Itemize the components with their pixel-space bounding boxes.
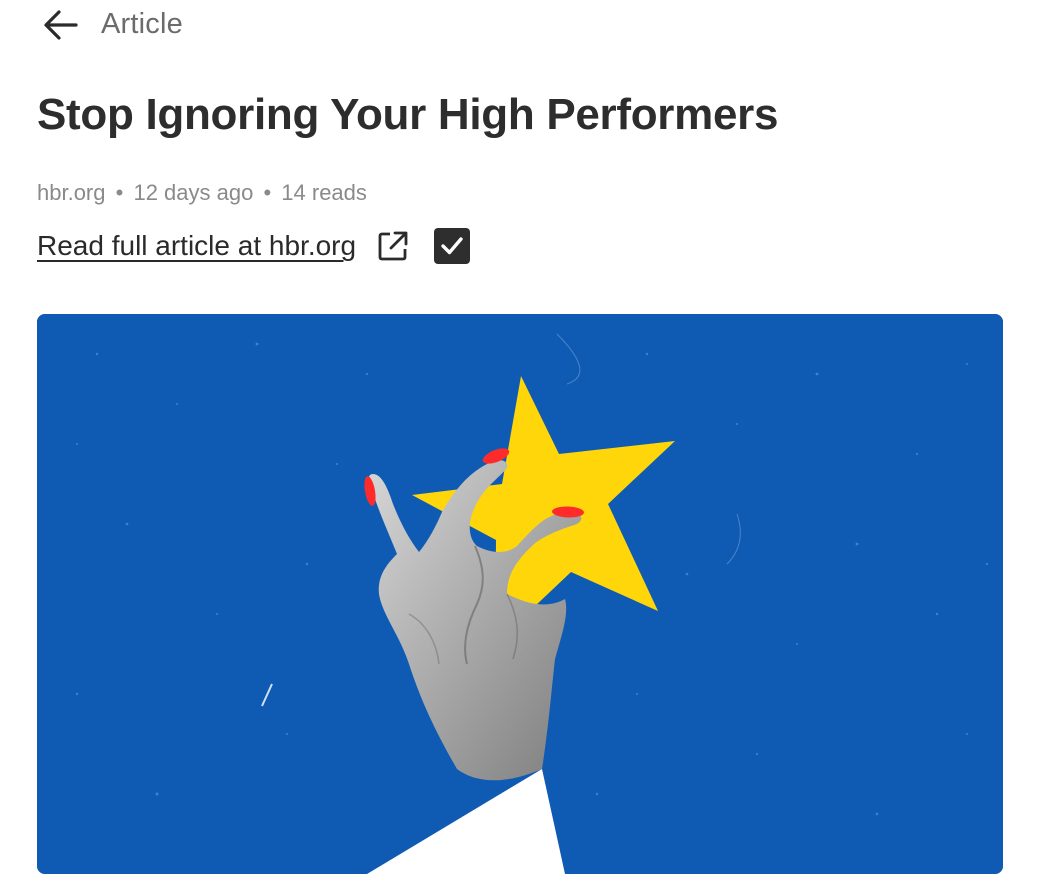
page-title: Article — [101, 8, 183, 40]
article-reads: 14 reads — [281, 180, 367, 205]
article-title: Stop Ignoring Your High Performers — [37, 90, 779, 139]
article-actions: Read full article at hbr.org — [37, 226, 471, 266]
article-age: 12 days ago — [133, 180, 254, 205]
check-icon — [441, 237, 463, 255]
read-full-article-link[interactable]: Read full article at hbr.org — [37, 230, 356, 262]
meta-separator: • — [115, 180, 124, 205]
article-source: hbr.org — [37, 180, 106, 205]
arrow-left-icon — [44, 10, 78, 40]
article-meta: hbr.org • 12 days ago • 14 reads — [37, 180, 367, 206]
article-hero-image — [37, 314, 1003, 874]
top-app-bar: Article — [0, 0, 1038, 50]
back-button[interactable] — [40, 6, 80, 46]
mark-read-checkbox[interactable] — [434, 228, 471, 264]
meta-separator: • — [263, 180, 272, 205]
external-link-icon[interactable] — [376, 229, 410, 263]
hero-illustration — [37, 314, 1003, 874]
